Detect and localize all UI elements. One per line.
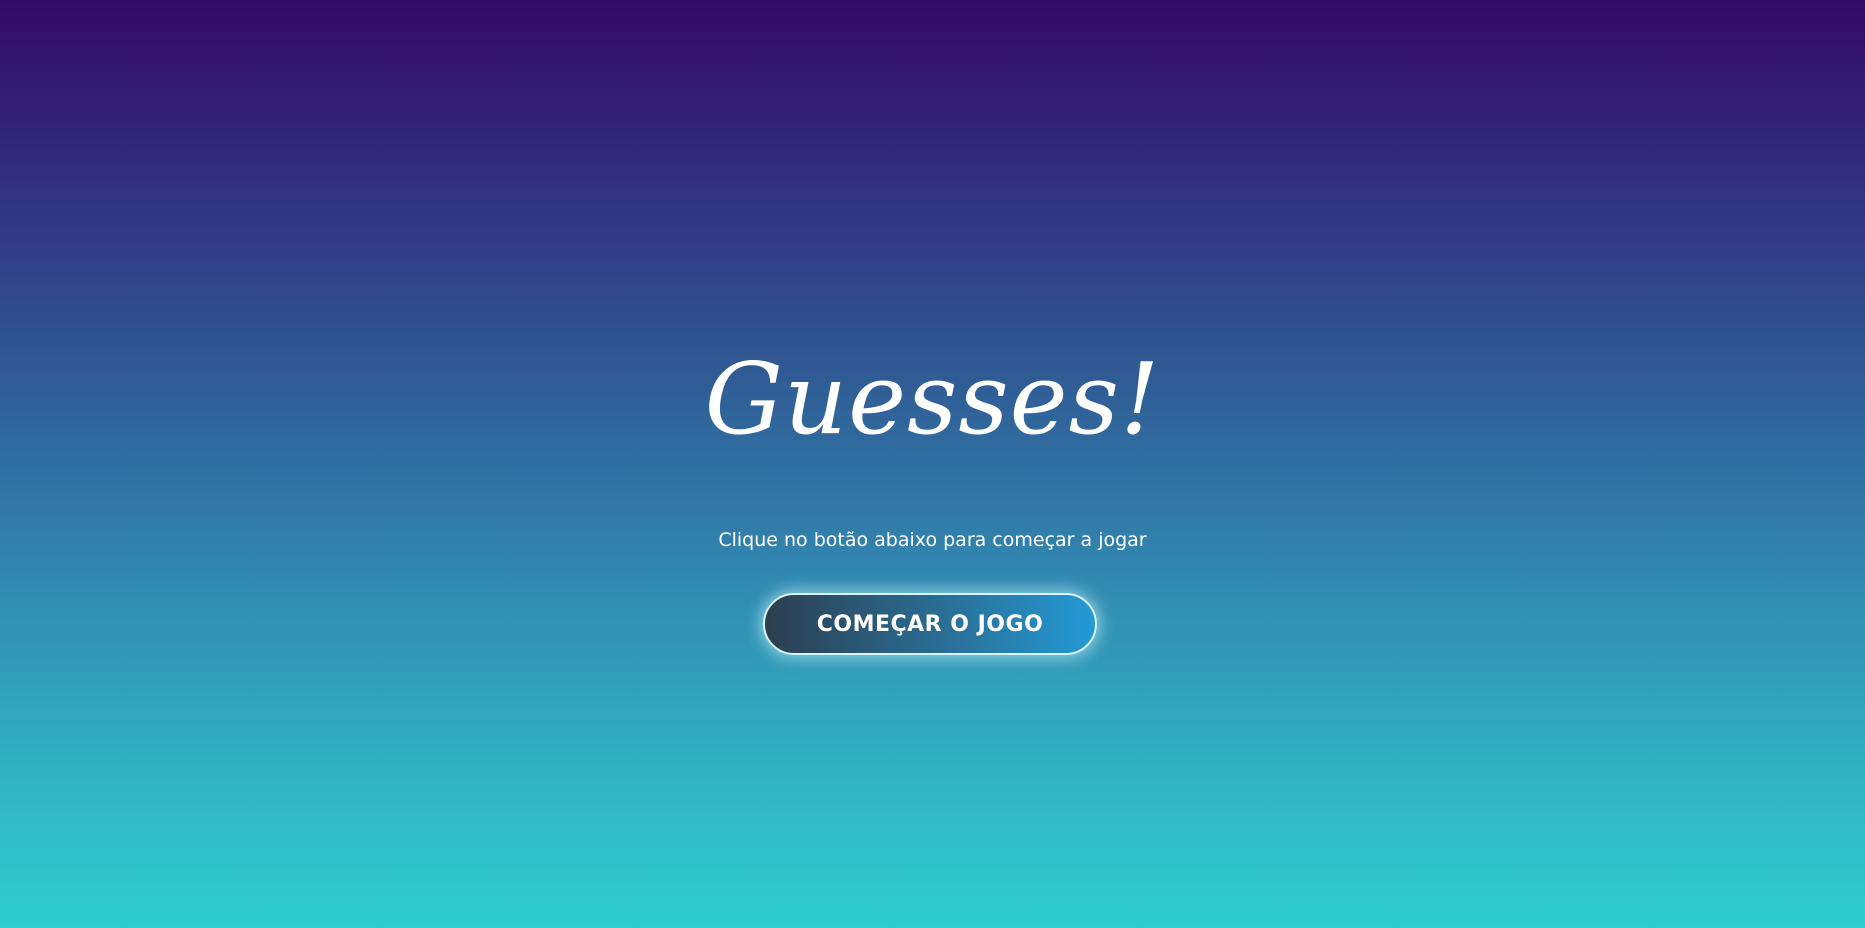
game-title: Guesses! bbox=[704, 343, 1161, 457]
instruction-text: Clique no botão abaixo para começar a jo… bbox=[718, 529, 1147, 551]
start-game-button[interactable]: COMEÇAR O JOGO bbox=[763, 593, 1097, 655]
start-screen: Guesses! Clique no botão abaixo para com… bbox=[0, 0, 1865, 928]
